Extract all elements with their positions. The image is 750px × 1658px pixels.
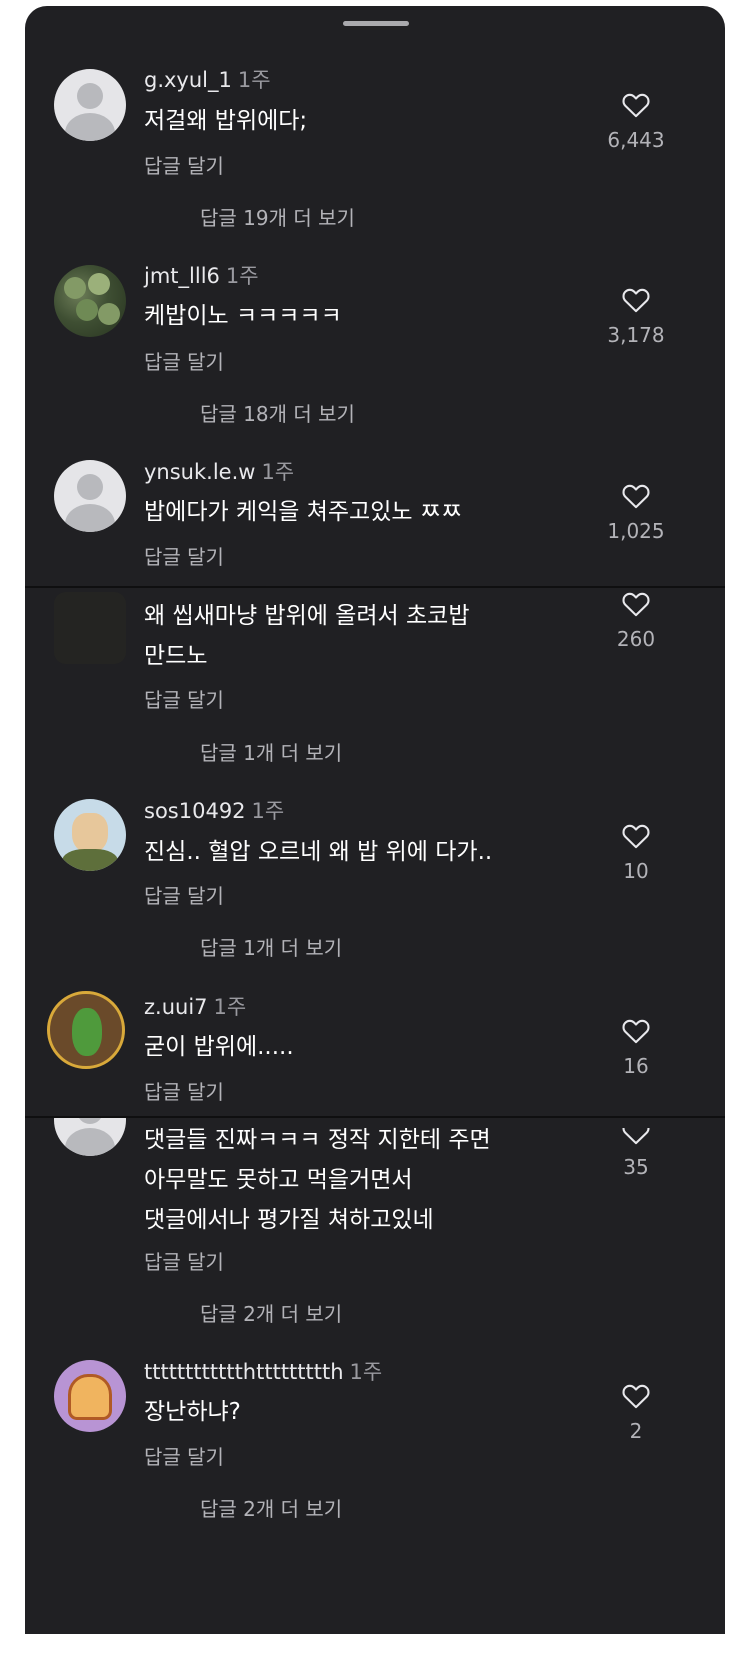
- like-count: 10: [623, 859, 649, 883]
- heart-outline-icon: [622, 288, 650, 313]
- reply-button[interactable]: 답글 달기: [144, 684, 224, 713]
- like-button[interactable]: 260: [591, 590, 681, 651]
- like-count: 3,178: [607, 323, 665, 347]
- like-button[interactable]: 10: [591, 822, 681, 883]
- view-more-replies[interactable]: 답글 1개 더 보기: [200, 737, 342, 766]
- comment-text: 밥에다가 케익을 쳐주고있노 ㅉㅉ: [144, 499, 463, 525]
- comment-time: 1주: [349, 1360, 383, 1384]
- reply-button[interactable]: 답글 달기: [144, 1246, 224, 1275]
- comment-username[interactable]: sos10492 1주: [144, 795, 284, 825]
- heart-outline-icon: [621, 1118, 651, 1145]
- reply-button[interactable]: 답글 달기: [144, 1076, 224, 1105]
- view-more-replies[interactable]: 답글 2개 더 보기: [200, 1493, 342, 1522]
- reply-button[interactable]: 답글 달기: [144, 1441, 224, 1470]
- comment-text: 굳이 밥위에.....: [144, 1034, 294, 1060]
- avatar[interactable]: [54, 1360, 126, 1432]
- like-count: 2: [629, 1419, 643, 1443]
- comment-time: 1주: [213, 995, 247, 1019]
- view-more-replies[interactable]: 답글 19개 더 보기: [200, 202, 355, 231]
- comment-username[interactable]: tttttttttttthttttttttth 1주: [144, 1356, 382, 1386]
- reply-button[interactable]: 답글 달기: [144, 880, 224, 909]
- comment-time: 1주: [261, 460, 295, 484]
- comment-username[interactable]: jmt_lll6 1주: [144, 260, 259, 290]
- comment-username[interactable]: z.uui7 1주: [144, 991, 246, 1021]
- comment-text: 진심.. 혈압 오르네 왜 밥 위에 다가..: [144, 839, 493, 865]
- avatar[interactable]: [54, 265, 126, 337]
- sheet-drag-handle[interactable]: [343, 21, 409, 26]
- reply-button[interactable]: 답글 달기: [144, 541, 224, 570]
- like-button[interactable]: 16: [591, 1017, 681, 1078]
- like-count: 6,443: [607, 128, 665, 152]
- comment-text: 케밥이노 ㅋㅋㅋㅋㅋ: [144, 303, 342, 329]
- heart-outline-icon: [622, 592, 650, 617]
- comment-text: 저걸왜 밥위에다;: [144, 108, 308, 134]
- view-more-replies[interactable]: 답글 2개 더 보기: [200, 1298, 342, 1327]
- like-button[interactable]: 3,178: [591, 286, 681, 347]
- like-count: 1,025: [607, 519, 665, 543]
- heart-outline-icon: [622, 93, 650, 118]
- default-avatar-icon[interactable]: [54, 1118, 126, 1156]
- avatar[interactable]: [54, 592, 126, 664]
- heart-outline-icon: [622, 824, 650, 849]
- like-count: 16: [623, 1054, 649, 1078]
- view-more-replies[interactable]: 답글 1개 더 보기: [200, 932, 342, 961]
- avatar[interactable]: [47, 991, 125, 1069]
- like-button[interactable]: 2: [591, 1382, 681, 1443]
- default-avatar-icon[interactable]: [54, 69, 126, 141]
- comments-sheet: g.xyul_1 1주 저걸왜 밥위에다; 답글 달기 답글 19개 더 보기 6…: [25, 6, 725, 1634]
- comment-time: 1주: [225, 264, 259, 288]
- heart-outline-icon: [622, 1384, 650, 1409]
- avatar[interactable]: [54, 799, 126, 871]
- comment-username[interactable]: ynsuk.le.w 1주: [144, 456, 294, 486]
- view-more-replies[interactable]: 답글 18개 더 보기: [200, 398, 355, 427]
- like-button[interactable]: 35: [591, 1118, 681, 1179]
- like-count: 35: [623, 1155, 649, 1179]
- reply-button[interactable]: 답글 달기: [144, 150, 224, 179]
- comment-time: 1주: [237, 68, 271, 92]
- screenshot-seam: [25, 586, 725, 588]
- like-button[interactable]: 1,025: [591, 482, 681, 543]
- comment-text: 왜 씹새마냥 밥위에 올려서 초코밥 만드노: [144, 603, 470, 669]
- like-count: 260: [616, 627, 656, 651]
- heart-outline-icon: [622, 1019, 650, 1044]
- heart-outline-icon: [622, 484, 650, 509]
- default-avatar-icon[interactable]: [54, 460, 126, 532]
- comment-text: 댓글들 진짜ㅋㅋㅋ 정작 지한테 주면 아무말도 못하고 먹을거면서 댓글에서나 평…: [144, 1127, 491, 1233]
- like-button[interactable]: 6,443: [591, 91, 681, 152]
- comment-username[interactable]: g.xyul_1 1주: [144, 64, 271, 94]
- reply-button[interactable]: 답글 달기: [144, 346, 224, 375]
- comment-time: 1주: [251, 799, 285, 823]
- comment-text: 장난하냐?: [144, 1399, 241, 1425]
